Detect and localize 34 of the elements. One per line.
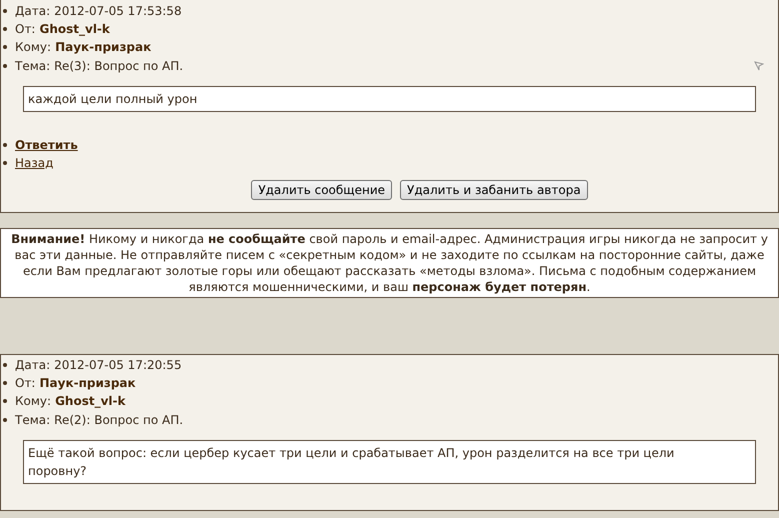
meta-value: 2012-07-05 17:20:55 — [54, 357, 182, 374]
bullet-icon — [3, 363, 7, 367]
message-body: Ещё такой вопрос: если цербер кусает три цели и срабатывает АП, урон разделится на все три цели поровну? — [23, 440, 756, 484]
bullet-icon — [3, 418, 7, 422]
meta-label: От: — [15, 21, 36, 38]
bullet-icon — [3, 45, 7, 49]
bullet-icon — [3, 27, 7, 31]
meta-label: Тема: — [15, 412, 50, 429]
meta-value: Re(3): Вопрос по АП. — [54, 58, 184, 75]
bullet-icon — [3, 161, 7, 165]
meta-value: 2012-07-05 17:53:58 — [54, 3, 182, 20]
meta-value: Ghost_vl-k — [55, 393, 126, 410]
bullet-icon — [3, 9, 7, 13]
meta-value: Паук-призрак — [55, 39, 152, 56]
bullet-icon — [3, 64, 7, 68]
meta-label: Кому: — [15, 39, 52, 56]
bullet-icon — [3, 381, 7, 385]
meta-label: Дата: — [15, 357, 50, 374]
link[interactable]: Назад — [15, 154, 54, 172]
delete-button[interactable]: Удалить сообщение — [251, 180, 392, 200]
meta-label: От: — [15, 375, 36, 392]
warning-text: Внимание! Никому и никогда не сообщайте свой пароль и email-адрес. Администрация игры никогда не запросит у вас эти данные. Не отправляйте писем с «секретным кодом» и не заходите по ссылкам на посторонние сайты, даже если Вам предлагают золотые горы или обещают рассказать «методы взлома». Письма с подобным содержанием являются мошенническими, и ваш персонаж будет потерян. — [0, 228, 779, 298]
meta-value: Паук-призрак — [39, 375, 136, 392]
meta-value: Re(2): Вопрос по АП. — [54, 412, 184, 429]
bullet-icon — [3, 143, 7, 147]
message-body: каждой цели полный урон — [23, 86, 756, 112]
flag-icon[interactable] — [754, 61, 764, 71]
meta-label: Дата: — [15, 3, 50, 20]
meta-label: Кому: — [15, 393, 52, 410]
link[interactable]: Ответить — [15, 136, 78, 154]
meta-label: Тема: — [15, 58, 50, 75]
delete-button[interactable]: Удалить и забанить автора — [400, 180, 588, 200]
meta-value: Ghost_vl-k — [39, 21, 110, 38]
bullet-icon — [3, 399, 7, 403]
